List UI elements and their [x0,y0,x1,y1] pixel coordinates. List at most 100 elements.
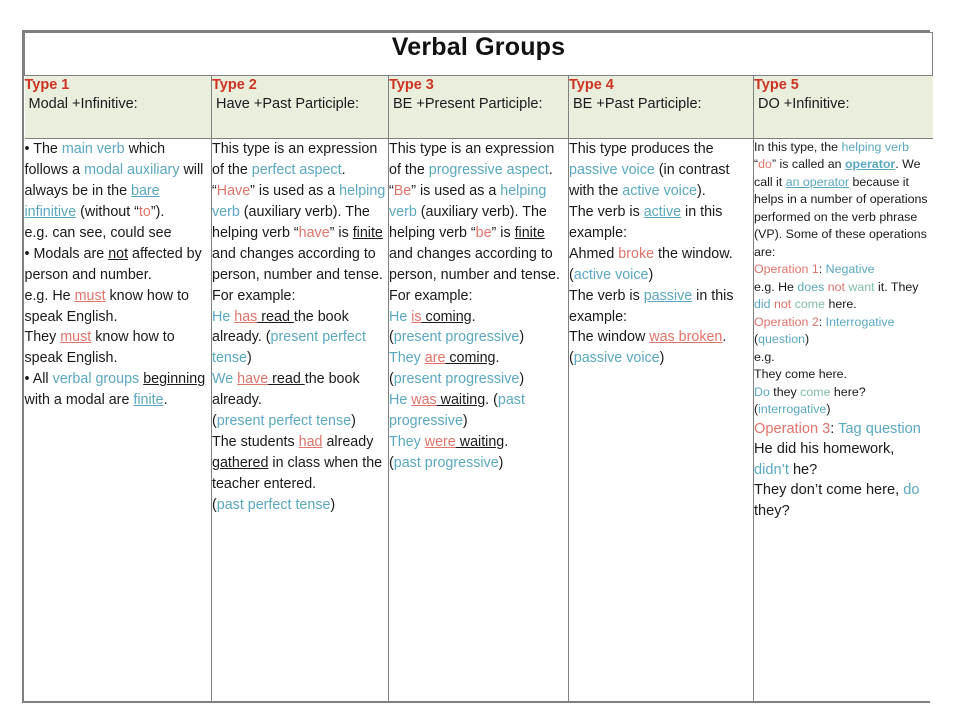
text-run: : [818,314,826,329]
paragraph: In this type, the helping verb “do” is c… [754,139,933,261]
text-run: here. [825,297,857,312]
text-run: They come here. [754,367,847,382]
type-heading: Type 2 [212,77,257,93]
text-run: was [411,392,437,409]
text-run: The students [212,434,299,451]
text-run: have [298,224,330,241]
text-run: They [24,329,61,346]
text-run: had [298,434,323,451]
paragraph: (past perfect tense) [212,495,388,516]
text-run: Negative [825,262,875,277]
text-run: and changes according to person, number … [389,245,560,283]
paragraph: He has read the book already. (present p… [212,307,388,370]
paragraph: e.g. He does not want it. They did not c… [754,279,933,314]
text-run: e.g. He [754,279,798,294]
text-run: past progressive [393,455,499,472]
text-run: not [827,279,845,294]
text-run: passive voice [569,161,655,178]
type-heading: Type 3 [389,77,434,93]
text-run: He [212,308,235,325]
text-run: active voice [622,182,697,199]
text-run: not [108,245,129,262]
column-body-type-3: This type is an expression of the progre… [388,138,569,701]
text-run: Have [216,182,251,199]
text-run: . [504,434,509,451]
paragraph: He did his homework, didn’t he? [754,439,933,480]
column-header-type-5: Type 5 DO +Infinitive: [752,75,933,139]
text-run: ) [659,350,665,367]
text-run: to [138,203,151,220]
paragraph: They were waiting. [389,432,568,453]
column-header-type-4: Type 4 BE +Past Participle: [568,75,754,139]
paragraph: Do they come here? [754,384,933,401]
content-row: • The main verb which follows a modal au… [24,138,933,701]
column-body-type-2: This type is an expression of the perfec… [211,138,389,701]
text-run: They [389,350,425,367]
text-run: they? [754,503,790,519]
type-heading: Type 1 [24,77,70,93]
paragraph: We have read the book already. [212,369,388,411]
text-run: ) [805,332,810,347]
text-run: ” is used as a [250,182,340,199]
text-run: main verb [61,141,125,157]
type-heading: Type 4 [569,77,614,93]
text-run: interrogative [758,402,827,417]
text-run: was broken [649,329,723,346]
text-run: ). [696,182,706,199]
text-run: The verb is [569,203,644,220]
paragraph: Operation 1: Negative [754,261,933,278]
text-run: finite [352,224,383,241]
text-run: • All [24,371,53,388]
type-description: BE +Present Participle: [393,96,543,113]
text-run: present perfect tense [216,413,352,430]
paragraph: They must know how to speak English. [25,327,212,369]
paragraph: He was waiting. (past progressive) [389,390,568,432]
paragraph: • All verbal groups beginning with a mod… [25,369,212,411]
text-run: He [389,392,412,409]
paragraph: They come here. [754,366,933,383]
paragraph: They don’t come here, do they? [754,480,933,521]
paragraph: The students had already gathered in cla… [212,432,388,495]
paragraph: (present perfect tense) [212,411,388,432]
text-run: ) [351,413,356,430]
paragraph: The verb is active in this example: [569,202,753,244]
column-header-type-3: Type 3 BE +Present Participle: [388,75,569,139]
paragraph: This type is an expression of the progre… [389,139,568,286]
text-run: He did his homework, [754,441,895,458]
header-row: Type 1 Modal +Infinitive: Type 2 Have +Pas… [24,75,933,139]
text-run: want [848,279,875,294]
type-description: Modal +Infinitive: [28,96,138,113]
text-run: verbal groups [52,371,140,388]
text-run: The verb is [569,287,644,304]
text-run: passive voice [573,350,660,367]
text-run: coming [421,308,472,325]
text-run: ) [330,496,336,513]
cell-text-block: This type produces the passive voice (in… [569,139,753,369]
text-run: progressive aspect [428,161,549,178]
text-run: didn’t [754,461,789,478]
paragraph: For example: [212,286,388,307]
paragraph: This type produces the passive voice (in… [569,139,753,202]
text-run: . [471,308,476,325]
paragraph: e.g. [754,349,933,366]
text-run: an operator [785,174,850,189]
text-run: ) [826,402,831,417]
text-run: waiting [436,392,486,409]
text-run: with a modal are [24,392,134,409]
text-run: ”). [150,203,165,220]
page-title-cell: Verbal Groups [23,32,934,76]
text-run: read [257,308,294,325]
text-run: ” is called an [771,157,845,172]
text-run: Tag question [838,420,921,437]
column-header-type-2: Type 2 Have +Past Participle: [211,75,389,139]
paragraph: Ahmed broke the window. (active voice) [569,244,753,286]
text-run: ) [462,413,468,430]
page-title: Verbal Groups [391,33,566,61]
text-run: ) [519,371,525,388]
text-run: • The [24,141,62,157]
text-run: finite [133,392,164,409]
paragraph: • The main verb which follows a modal au… [25,139,212,223]
verbal-groups-table: Verbal Groups Type 1 Modal +Infinitive: Ty… [23,32,934,701]
text-run: operator [844,157,896,172]
text-run: For example: [389,287,473,304]
